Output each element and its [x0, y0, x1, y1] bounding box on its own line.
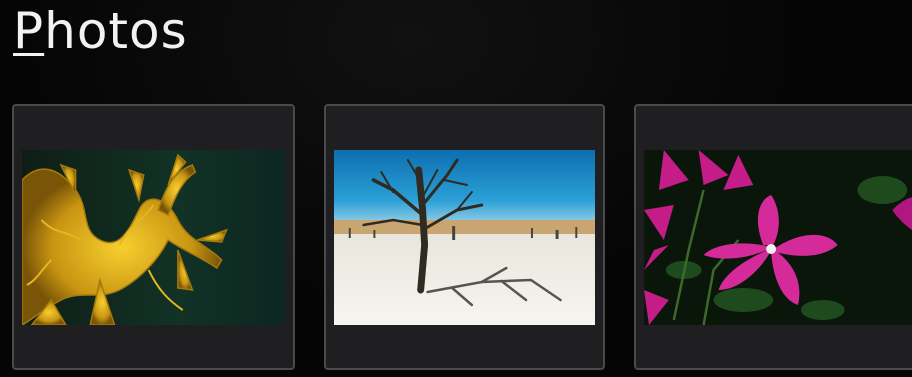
photo-tile-pink-flowers[interactable]: [634, 104, 912, 370]
pink-flowers-photo-icon: [644, 150, 912, 325]
photos-screen: Photos: [0, 0, 912, 377]
title-text: hotos: [44, 2, 188, 60]
desert-tree-photo-icon: [334, 150, 595, 325]
photo-tile-desert-tree[interactable]: [324, 104, 605, 370]
page-title: Photos: [13, 6, 188, 56]
title-mnemonic-letter: P: [13, 2, 45, 60]
sea-dragon-photo-icon: [22, 150, 285, 325]
photo-tile-sea-dragon[interactable]: [12, 104, 295, 370]
